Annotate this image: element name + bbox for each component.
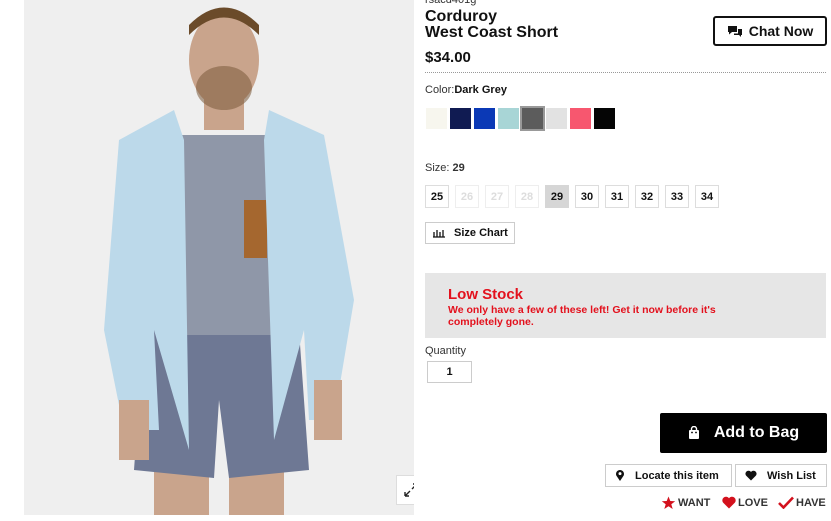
product-title-line2: West Coast Short [425,24,559,41]
color-label-text: Color: [425,84,455,96]
color-swatch-black[interactable] [593,107,616,130]
love-heart-icon [722,496,736,509]
chat-bubbles-icon [727,25,742,37]
wish-list-label: Wish List [767,469,816,482]
add-to-bag-button[interactable]: Add to Bag [660,413,827,453]
locate-item-label: Locate this item [635,469,719,482]
map-pin-icon [616,469,624,481]
product-title: Corduroy West Coast Short [425,9,558,41]
selected-size: 29 [452,162,465,174]
size-option-27[interactable]: 27 [485,185,509,208]
star-icon [661,496,676,509]
have-label: HAVE [796,496,826,509]
quantity-input[interactable]: 1 [427,361,472,383]
size-option-28[interactable]: 28 [515,185,539,208]
color-swatches [425,106,616,131]
selected-color-name: Dark Grey [454,84,507,96]
header-divider [425,72,826,73]
color-swatch-light-grey[interactable] [545,107,568,130]
size-option-29[interactable]: 29 [545,185,569,208]
color-swatch-navy[interactable] [449,107,472,130]
size-option-30[interactable]: 30 [575,185,599,208]
product-price: $34.00 [425,49,471,66]
size-option-34[interactable]: 34 [695,185,719,208]
locate-item-button[interactable]: Locate this item [605,464,732,487]
size-label-text: Size: [425,162,450,174]
chat-now-button[interactable]: Chat Now [713,16,827,46]
size-option-26[interactable]: 26 [455,185,479,208]
quantity-label: Quantity [425,345,466,357]
add-to-bag-label: Add to Bag [713,424,800,441]
expand-photo-button[interactable] [396,475,414,505]
product-title-line1: Corduroy [425,8,497,25]
size-options: 25 26 27 28 29 30 31 32 33 34 [425,185,719,208]
chat-now-label: Chat Now [748,23,814,39]
shopping-bag-icon [688,426,699,439]
size-option-31[interactable]: 31 [605,185,629,208]
size-chart-label: Size Chart [454,227,508,239]
size-option-32[interactable]: 32 [635,185,659,208]
color-label: Color:Dark Grey [425,84,507,96]
color-swatch-royal-blue[interactable] [473,107,496,130]
size-option-25[interactable]: 25 [425,185,449,208]
low-stock-notice: Low Stock We only have a few of these le… [425,273,826,338]
heart-icon [745,470,757,481]
ruler-icon [433,230,445,238]
love-label: LOVE [738,496,768,509]
low-stock-title: Low Stock [448,286,524,303]
low-stock-message: We only have a few of these left! Get it… [448,304,716,328]
product-sku: rsacd401g [425,0,477,6]
product-photo [24,0,414,515]
color-swatch-dark-grey[interactable] [520,106,545,131]
size-option-33[interactable]: 33 [665,185,689,208]
expand-icon [404,483,414,497]
color-swatch-cream[interactable] [425,107,448,130]
checkmark-icon [778,496,794,509]
love-button[interactable]: LOVE [722,496,768,509]
size-label: Size: 29 [425,162,465,174]
model-illustration [24,0,414,515]
color-swatch-coral[interactable] [569,107,592,130]
want-label: WANT [678,497,711,509]
color-swatch-light-blue[interactable] [497,107,520,130]
want-button[interactable]: WANT [661,496,710,510]
have-button[interactable]: HAVE [778,496,826,509]
size-chart-button[interactable]: Size Chart [425,222,515,244]
wish-list-button[interactable]: Wish List [735,464,827,487]
